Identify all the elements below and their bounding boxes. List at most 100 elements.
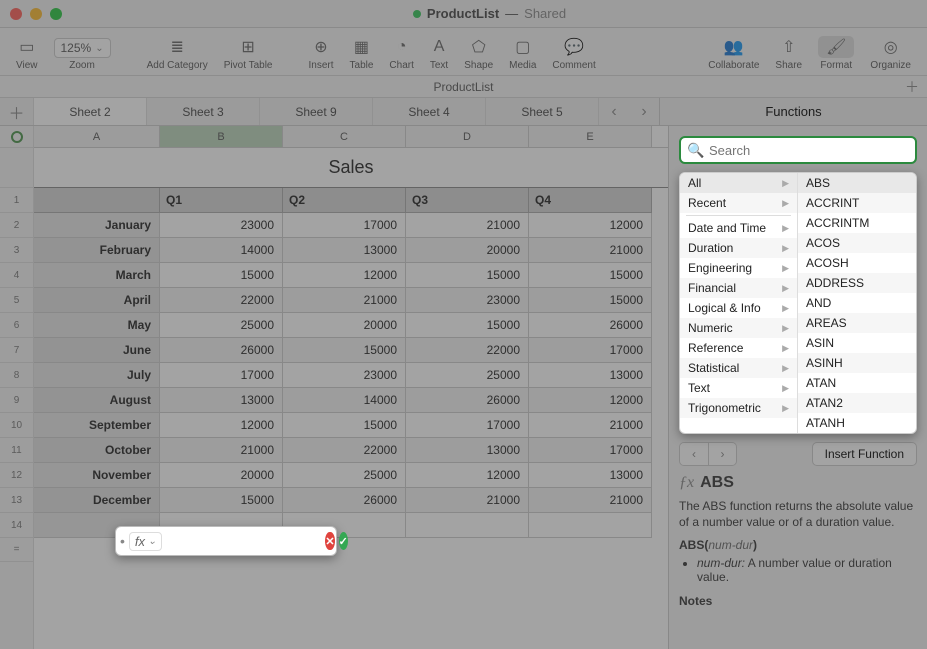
data-cell[interactable]: 23000 [283, 363, 406, 388]
comment-button[interactable]: 💬Comment [544, 36, 603, 71]
data-cell[interactable]: 21000 [406, 488, 529, 513]
data-cell[interactable]: 15000 [283, 413, 406, 438]
data-cell[interactable]: 26000 [529, 313, 652, 338]
column-header[interactable]: D [406, 126, 529, 147]
function-list-item[interactable]: ABS [798, 173, 916, 193]
add-sheet-button[interactable]: ＋ [0, 98, 34, 125]
table-button[interactable]: ▦Table [342, 36, 382, 71]
row-header[interactable]: 14 [0, 513, 33, 538]
row-header[interactable]: 12 [0, 463, 33, 488]
row-header[interactable]: 9 [0, 388, 33, 413]
data-cell[interactable]: 21000 [283, 288, 406, 313]
tabs-next-button[interactable]: › [629, 98, 659, 125]
data-cell[interactable]: 17000 [160, 363, 283, 388]
function-list-item[interactable]: ATANH [798, 413, 916, 433]
function-list-item[interactable]: ACCRINTM [798, 213, 916, 233]
data-cell[interactable]: 20000 [406, 238, 529, 263]
chart-button[interactable]: ◔Chart [381, 36, 421, 71]
insert-function-button[interactable]: Insert Function [812, 442, 917, 466]
table-header-cell[interactable]: Q2 [283, 188, 406, 213]
row-label-cell[interactable]: August [34, 388, 160, 413]
data-cell[interactable]: 21000 [406, 213, 529, 238]
media-button[interactable]: ▢Media [501, 36, 544, 71]
data-cell[interactable]: 14000 [160, 238, 283, 263]
row-header[interactable]: 6 [0, 313, 33, 338]
function-list-item[interactable]: ASINH [798, 353, 916, 373]
function-list-item[interactable]: ACOSH [798, 253, 916, 273]
data-cell[interactable]: 15000 [529, 288, 652, 313]
row-label-cell[interactable]: September [34, 413, 160, 438]
row-header[interactable]: 10 [0, 413, 33, 438]
function-list-item[interactable]: AND [798, 293, 916, 313]
data-cell[interactable]: 15000 [406, 313, 529, 338]
column-header[interactable]: A [34, 126, 160, 147]
close-window-button[interactable] [10, 8, 22, 20]
formula-cancel-button[interactable]: ✕ [325, 532, 334, 550]
data-cell[interactable]: 21000 [160, 438, 283, 463]
table-header-cell[interactable]: Q3 [406, 188, 529, 213]
data-cell[interactable]: 20000 [160, 463, 283, 488]
row-header[interactable]: 11 [0, 438, 33, 463]
row-label-cell[interactable]: November [34, 463, 160, 488]
column-header[interactable]: B [160, 126, 283, 147]
zoom-window-button[interactable] [50, 8, 62, 20]
data-cell[interactable]: 13000 [283, 238, 406, 263]
row-label-cell[interactable]: February [34, 238, 160, 263]
row-label-cell[interactable]: June [34, 338, 160, 363]
tabs-prev-button[interactable]: ‹ [599, 98, 629, 125]
data-cell[interactable]: 21000 [529, 238, 652, 263]
data-cell[interactable]: 22000 [406, 338, 529, 363]
function-categories-list[interactable]: All▶Recent▶Date and Time▶Duration▶Engine… [680, 173, 798, 433]
sheet-tab[interactable]: Sheet 9 [260, 98, 373, 125]
row-header[interactable]: 7 [0, 338, 33, 363]
row-label-cell[interactable]: October [34, 438, 160, 463]
data-cell[interactable]: 12000 [529, 213, 652, 238]
data-cell[interactable]: 15000 [160, 263, 283, 288]
data-cell[interactable]: 15000 [529, 263, 652, 288]
data-cell[interactable]: 26000 [406, 388, 529, 413]
data-cell[interactable]: 13000 [529, 363, 652, 388]
table-header-cell[interactable]: Q1 [160, 188, 283, 213]
drag-handle-icon[interactable]: • [120, 533, 125, 549]
data-cell[interactable]: 12000 [283, 263, 406, 288]
data-cell[interactable]: 15000 [406, 263, 529, 288]
row-label-cell[interactable]: December [34, 488, 160, 513]
pivot-table-button[interactable]: ⊞Pivot Table [216, 36, 281, 71]
table-header-cell[interactable] [34, 188, 160, 213]
view-button[interactable]: ▭View [8, 36, 46, 71]
data-cell[interactable]: 23000 [160, 213, 283, 238]
data-cell[interactable]: 21000 [529, 488, 652, 513]
data-cell[interactable]: 17000 [529, 338, 652, 363]
data-cell[interactable]: 26000 [283, 488, 406, 513]
function-back-button[interactable]: ‹ [680, 443, 708, 465]
function-list-item[interactable]: ATAN2 [798, 393, 916, 413]
zoom-control[interactable]: 125%⌄ Zoom [46, 38, 119, 71]
data-cell[interactable]: 22000 [160, 288, 283, 313]
function-category-item[interactable]: Engineering▶ [680, 258, 797, 278]
row-header[interactable] [0, 148, 33, 188]
formula-input[interactable] [166, 531, 321, 551]
column-header[interactable]: E [529, 126, 652, 147]
data-cell[interactable]: 12000 [160, 413, 283, 438]
function-category-item[interactable]: Statistical▶ [680, 358, 797, 378]
data-cell[interactable]: 17000 [529, 438, 652, 463]
row-label-cell[interactable]: May [34, 313, 160, 338]
row-label-cell[interactable]: March [34, 263, 160, 288]
formula-accept-button[interactable]: ✓ [339, 532, 348, 550]
add-column-button[interactable]: ＋ [905, 77, 919, 97]
minimize-window-button[interactable] [30, 8, 42, 20]
spreadsheet-grid[interactable]: ABCDE SalesQ1Q2Q3Q4January23000170002100… [34, 126, 668, 649]
data-cell[interactable]: 13000 [529, 463, 652, 488]
data-cell[interactable] [529, 513, 652, 538]
function-category-item[interactable]: All▶ [680, 173, 797, 193]
row-header[interactable]: = [0, 538, 33, 562]
data-cell[interactable]: 23000 [406, 288, 529, 313]
row-label-cell[interactable]: April [34, 288, 160, 313]
data-cell[interactable]: 15000 [160, 488, 283, 513]
function-list-item[interactable]: AREAS [798, 313, 916, 333]
data-cell[interactable]: 15000 [283, 338, 406, 363]
column-header[interactable]: C [283, 126, 406, 147]
function-list-item[interactable]: ADDRESS [798, 273, 916, 293]
sheet-tab[interactable]: Sheet 2 [34, 98, 147, 125]
row-header[interactable]: 8 [0, 363, 33, 388]
